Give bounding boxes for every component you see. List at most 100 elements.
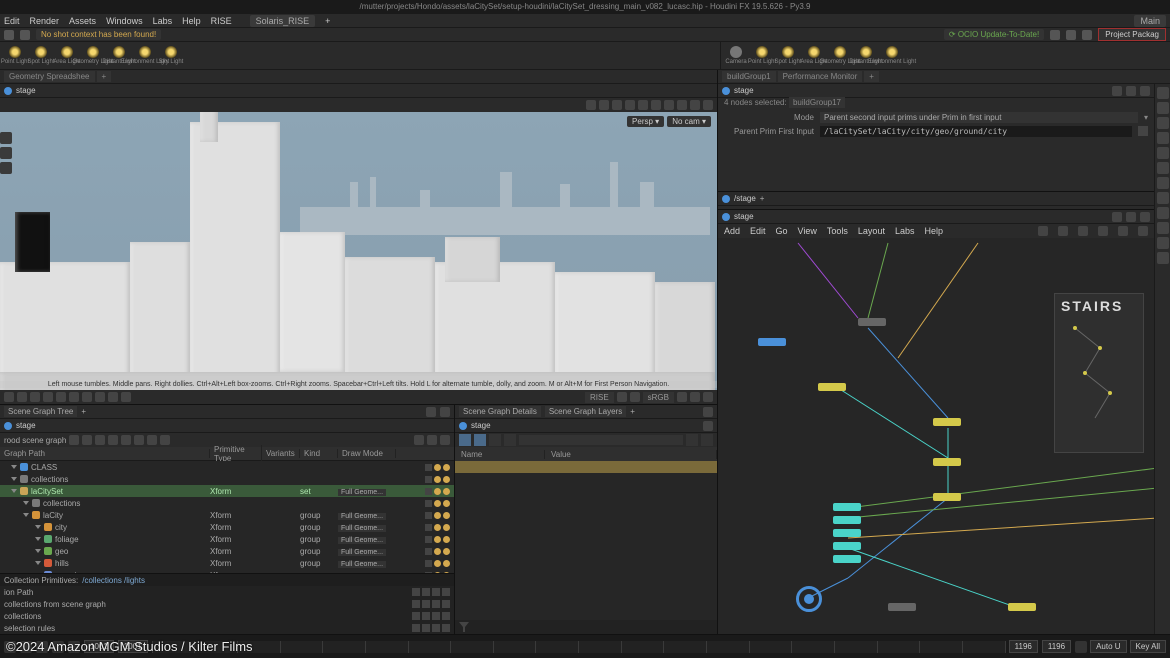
tab-geometry-spreadsheet[interactable]: Geometry Spreadshee (4, 71, 95, 82)
node-2[interactable] (858, 318, 886, 326)
timeline-track[interactable] (152, 641, 1005, 653)
col-value[interactable]: Value (545, 450, 717, 459)
save-icon[interactable] (20, 30, 30, 40)
node-4[interactable] (933, 418, 961, 426)
net-pin-icon[interactable] (722, 213, 730, 221)
col-variants[interactable]: Variants (262, 449, 300, 458)
vpc-6[interactable] (69, 392, 79, 402)
vt-5[interactable] (1157, 147, 1169, 159)
vpc-r2[interactable] (690, 392, 700, 402)
vp-tool-5[interactable] (638, 100, 648, 110)
node-1[interactable] (758, 338, 786, 346)
col-draw-mode[interactable]: Draw Mode (338, 449, 396, 458)
net-tb-2[interactable] (1058, 226, 1068, 236)
pin-icon[interactable] (4, 87, 12, 95)
menu-labs[interactable]: Labs (153, 16, 173, 26)
node-7[interactable] (833, 503, 861, 511)
col-prim-type[interactable]: Primitive Type (210, 445, 262, 463)
frame-end-b[interactable]: 1196 (1042, 640, 1071, 653)
tree-tb-r3[interactable] (440, 435, 450, 445)
coll-row-2[interactable]: collections (4, 612, 41, 621)
menu-assets[interactable]: Assets (69, 16, 96, 26)
vp-tool-3[interactable] (612, 100, 622, 110)
vpc-r1[interactable] (677, 392, 687, 402)
main-button[interactable]: Main (1134, 15, 1166, 27)
viewport-stage-crumb[interactable]: stage (16, 86, 36, 95)
vp-tool-4[interactable] (625, 100, 635, 110)
right-tab-add[interactable]: + (864, 71, 879, 82)
network-overview[interactable]: STAIRS (1054, 293, 1144, 453)
nv-btn-4[interactable] (504, 434, 516, 446)
net-menu-tools[interactable]: Tools (827, 226, 848, 236)
node-8[interactable] (833, 516, 861, 524)
details-selected-row[interactable] (455, 461, 717, 473)
vpc-2[interactable] (17, 392, 27, 402)
tab-perf-monitor[interactable]: Performance Monitor (778, 71, 863, 82)
vp-tool-7[interactable] (664, 100, 674, 110)
tree-row-class[interactable]: CLASS (0, 461, 454, 473)
vt-3[interactable] (1157, 117, 1169, 129)
details-tab-add[interactable]: + (630, 407, 635, 416)
tree-row-hills[interactable]: hillsXformgroupFull Geome... (0, 557, 454, 569)
details-stage-crumb[interactable]: stage (471, 421, 491, 430)
tree-tb-5[interactable] (121, 435, 131, 445)
tree-tb-7[interactable] (147, 435, 157, 445)
param-selnode[interactable]: buildGroup17 (789, 97, 845, 108)
nv-btn-1[interactable] (459, 434, 471, 446)
desktop-add[interactable]: + (325, 16, 330, 26)
node-10[interactable] (833, 542, 861, 550)
frame-end[interactable]: 1196 (1009, 640, 1038, 653)
node-3[interactable] (818, 383, 846, 391)
shelf-lop-spot[interactable]: Spot Light (777, 45, 799, 67)
tree-body[interactable]: CLASScollectionslaCitySetXformsetFull Ge… (0, 461, 454, 573)
vt-10[interactable] (1157, 222, 1169, 234)
net-menu-view[interactable]: View (798, 226, 817, 236)
vt-8[interactable] (1157, 192, 1169, 204)
node-5[interactable] (933, 458, 961, 466)
net-menu-edit[interactable]: Edit (750, 226, 766, 236)
param-stage-crumb[interactable]: stage (734, 86, 754, 95)
vpc-1[interactable] (4, 392, 14, 402)
tab-scene-graph-details[interactable]: Scene Graph Details (459, 406, 541, 417)
shelf-environment-light[interactable]: Environment Light (134, 45, 156, 67)
tree-tab-add[interactable]: + (81, 407, 86, 416)
node-display-flag[interactable] (796, 586, 822, 612)
net-opt-1[interactable] (1112, 212, 1122, 222)
net-stage-crumb[interactable]: stage (734, 212, 754, 221)
net-tb-5[interactable] (1118, 226, 1128, 236)
tree-tb-r1[interactable] (414, 435, 424, 445)
tree-tb-4[interactable] (108, 435, 118, 445)
tree-row-geo[interactable]: geoXformgroupFull Geome... (0, 545, 454, 557)
param-opt-2[interactable] (1126, 86, 1136, 96)
vpc-mid-2[interactable] (630, 392, 640, 402)
shelf-sky-light[interactable]: Sky Light (160, 45, 182, 67)
tree-opt-2[interactable] (440, 407, 450, 417)
coll-path[interactable]: /collections /lights (82, 576, 145, 585)
hud-camera[interactable]: No cam ▾ (667, 116, 711, 127)
hud-persp[interactable]: Persp ▾ (627, 116, 664, 127)
vp-tool-6[interactable] (651, 100, 661, 110)
shelf-lop-point[interactable]: Point Light (751, 45, 773, 67)
vp-rise-dropdown[interactable]: RISE (585, 392, 614, 403)
tree-row-lacity[interactable]: laCityXformgroupFull Geome... (0, 509, 454, 521)
tree-row-city[interactable]: cityXformgroupFull Geome... (0, 521, 454, 533)
net-menu-add[interactable]: Add (724, 226, 740, 236)
net-menu-labs[interactable]: Labs (895, 226, 915, 236)
vt-12[interactable] (1157, 252, 1169, 264)
net-menu-help[interactable]: Help (924, 226, 943, 236)
node-13[interactable] (888, 603, 916, 611)
vpc-7[interactable] (82, 392, 92, 402)
vpc-9[interactable] (108, 392, 118, 402)
details-body[interactable] (455, 461, 717, 620)
mid-pin-icon[interactable] (722, 195, 730, 203)
vpc-3[interactable] (30, 392, 40, 402)
tab-scene-graph-layers[interactable]: Scene Graph Layers (545, 406, 626, 417)
col-kind[interactable]: Kind (300, 449, 338, 458)
details-opt[interactable] (703, 407, 713, 417)
col-graph-path[interactable]: Graph Path (0, 449, 210, 458)
node-12[interactable] (1008, 603, 1036, 611)
tab-scene-graph-tree[interactable]: Scene Graph Tree (4, 406, 77, 417)
shelf-lop-geometry[interactable]: Geometry Light (829, 45, 851, 67)
vt-4[interactable] (1157, 132, 1169, 144)
shelf-lop-env[interactable]: Environment Light (881, 45, 903, 67)
